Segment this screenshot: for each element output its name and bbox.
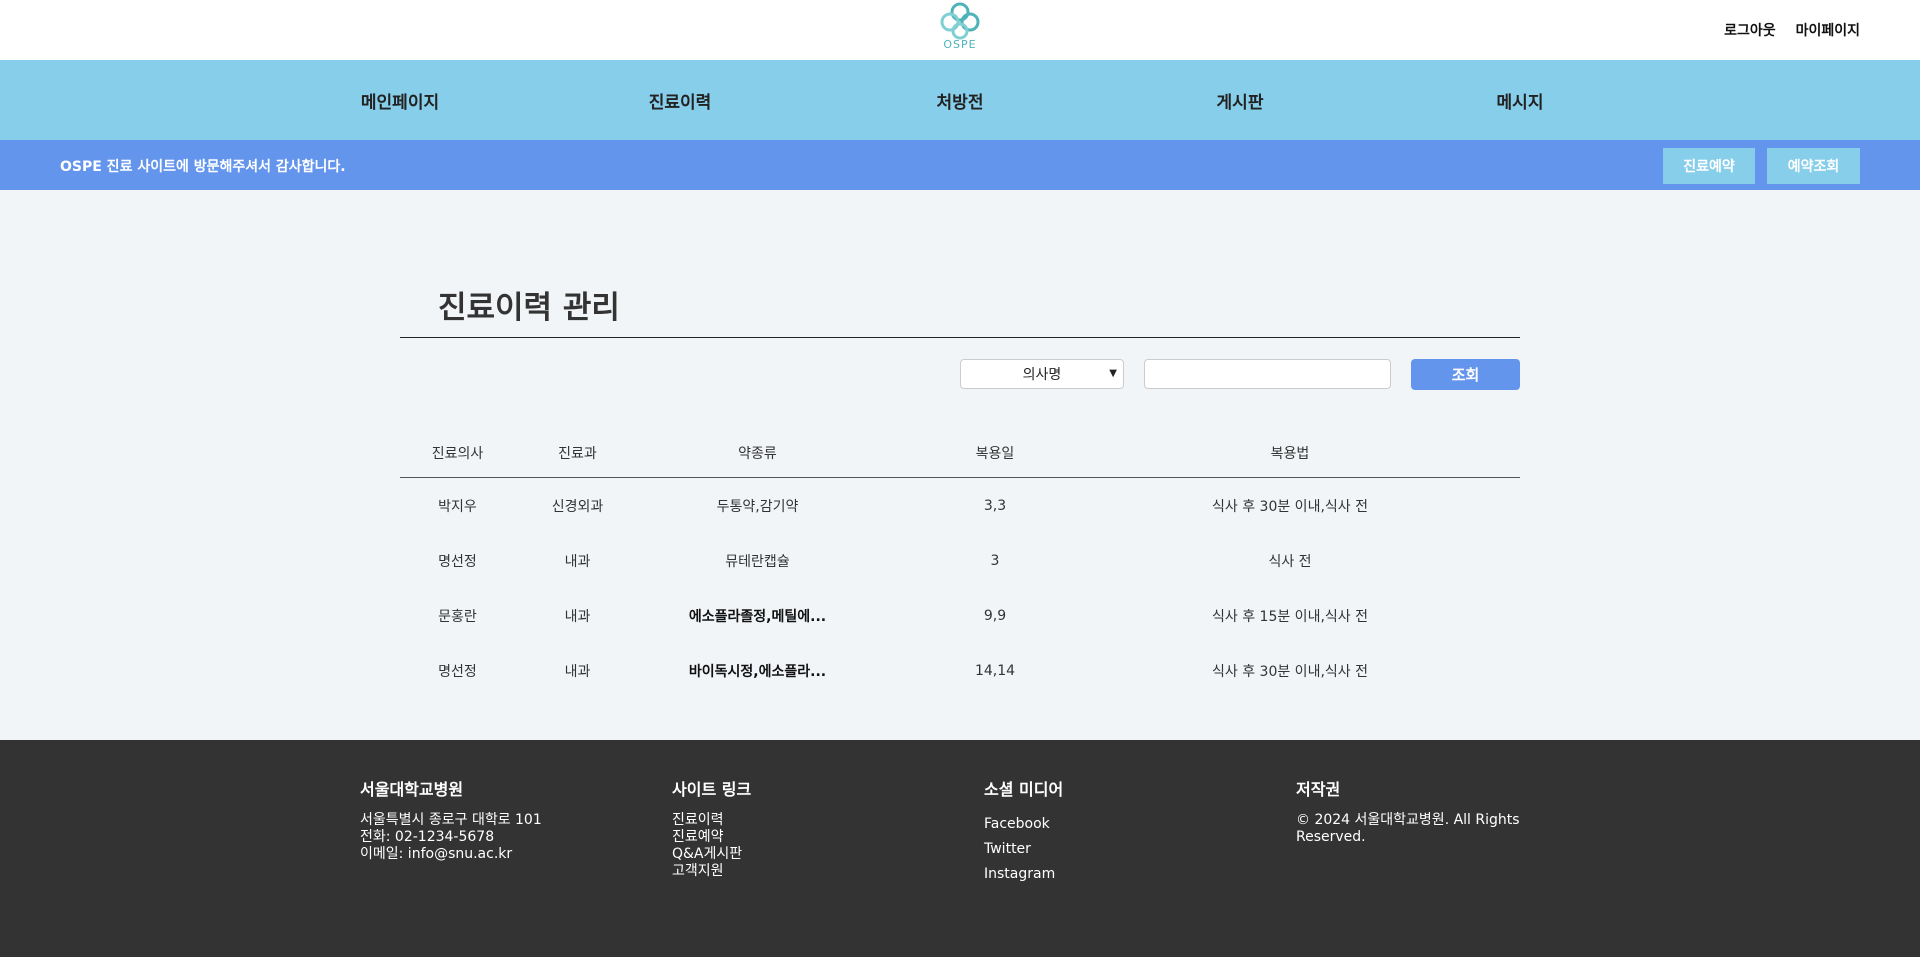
- footer-hospital: 서울대학교병원 서울특별시 종로구 대학로 101 전화: 02-1234-56…: [360, 776, 542, 863]
- cell-days: 3,3: [983, 497, 1007, 514]
- cell-department: 내과: [564, 553, 591, 570]
- logout-link[interactable]: 로그아웃: [1724, 20, 1776, 40]
- nav-item-board[interactable]: 게시판: [1217, 88, 1264, 113]
- cell-medicine: 두통약,감기약: [716, 498, 799, 515]
- table-row[interactable]: 박지우 신경외과 두통약,감기약 3,3 식사 후 30분 이내,식사 전: [400, 478, 1520, 533]
- reservation-lookup-button[interactable]: 예약조회: [1767, 148, 1860, 184]
- footer-link-qna[interactable]: Q&A게시판: [672, 846, 751, 863]
- nav-item-history[interactable]: 진료이력: [649, 88, 712, 113]
- footer-hospital-title: 서울대학교병원: [360, 780, 464, 799]
- title-divider: [400, 337, 1520, 338]
- notice-text: OSPE 진료 사이트에 방문해주셔서 감사합니다.: [60, 159, 346, 175]
- header-department: 진료과: [558, 445, 597, 462]
- history-table: 진료의사 진료과 약종류 복용일 복용법 박지우 신경외과 두통약,감기약 3,…: [400, 428, 1520, 698]
- footer-link-reserve[interactable]: 진료예약: [672, 829, 751, 846]
- footer-copyright: 저작권 © 2024 서울대학교병원. All Rights Reserved.: [1296, 776, 1536, 846]
- footer-social-title: 소셜 미디어: [984, 780, 1064, 799]
- footer-copyright-title: 저작권: [1296, 780, 1341, 799]
- footer-link-instagram[interactable]: Instagram: [984, 862, 1063, 887]
- footer-address: 서울특별시 종로구 대학로 101: [360, 812, 542, 828]
- footer-copyright-text: © 2024 서울대학교병원. All Rights Reserved.: [1296, 812, 1520, 845]
- cell-dosage: 식사 후 15분 이내,식사 전: [1212, 608, 1368, 625]
- search-button[interactable]: 조회: [1411, 359, 1520, 390]
- cell-days: 3: [990, 552, 1000, 569]
- chevron-down-icon: ▼: [1109, 368, 1117, 379]
- site-logo[interactable]: OSPE: [938, 2, 982, 58]
- reserve-button[interactable]: 진료예약: [1663, 148, 1755, 184]
- nav-item-message[interactable]: 메시지: [1497, 88, 1544, 113]
- cell-doctor: 명선정: [438, 553, 477, 570]
- header-medicine: 약종류: [738, 445, 777, 462]
- search-type-value: 의사명: [1022, 367, 1062, 383]
- header-dosage: 복용법: [1270, 445, 1310, 462]
- table-row[interactable]: 명선정 내과 뮤테란캡슐 3 식사 전: [400, 533, 1520, 588]
- logo-icon: [940, 2, 980, 40]
- top-bar: OSPE 로그아웃 마이페이지: [0, 0, 1920, 60]
- cell-dosage: 식사 후 30분 이내,식사 전: [1212, 498, 1368, 515]
- search-type-select[interactable]: 의사명 ▼: [960, 359, 1124, 389]
- nav-item-main[interactable]: 메인페이지: [361, 88, 439, 113]
- footer-links-title: 사이트 링크: [672, 780, 752, 799]
- mypage-link[interactable]: 마이페이지: [1796, 20, 1860, 40]
- user-links: 로그아웃 마이페이지: [1724, 20, 1860, 40]
- cell-days: 9,9: [983, 607, 1007, 624]
- table-header: 진료의사 진료과 약종류 복용일 복용법: [400, 428, 1520, 478]
- footer-social: 소셜 미디어 Facebook Twitter Instagram: [984, 776, 1063, 887]
- footer-link-facebook[interactable]: Facebook: [984, 812, 1063, 837]
- cell-medicine: 뮤테란캡슐: [725, 553, 790, 570]
- header-days: 복용일: [975, 445, 1015, 462]
- table-row[interactable]: 명선정 내과 바이독시정,에소플라... 14,14 식사 후 30분 이내,식…: [400, 643, 1520, 698]
- cell-dosage: 식사 후 30분 이내,식사 전: [1212, 663, 1368, 680]
- cell-medicine: 에소플라졸정,메틸에...: [688, 608, 827, 625]
- footer-phone: 전화: 02-1234-5678: [360, 829, 495, 845]
- cell-doctor: 명선정: [438, 663, 477, 680]
- footer: 서울대학교병원 서울특별시 종로구 대학로 101 전화: 02-1234-56…: [0, 740, 1920, 957]
- footer-email: 이메일: info@snu.ac.kr: [360, 846, 513, 862]
- search-input[interactable]: [1144, 359, 1391, 389]
- header-doctor: 진료의사: [431, 445, 484, 462]
- footer-link-twitter[interactable]: Twitter: [984, 837, 1063, 862]
- footer-site-links: 사이트 링크 진료이력 진료예약 Q&A게시판 고객지원: [672, 776, 751, 880]
- notice-bar: OSPE 진료 사이트에 방문해주셔서 감사합니다. 진료예약 예약조회: [0, 140, 1920, 190]
- main-nav: 메인페이지 진료이력 처방전 게시판 메시지: [0, 60, 1920, 140]
- cell-doctor: 박지우: [438, 498, 477, 515]
- cell-days: 14,14: [974, 662, 1016, 679]
- nav-item-prescription[interactable]: 처방전: [937, 88, 984, 113]
- table-row[interactable]: 문홍란 내과 에소플라졸정,메틸에... 9,9 식사 후 15분 이내,식사 …: [400, 588, 1520, 643]
- cell-department: 신경외과: [551, 498, 604, 515]
- cell-department: 내과: [564, 608, 591, 625]
- footer-link-support[interactable]: 고객지원: [672, 863, 751, 880]
- cell-doctor: 문홍란: [438, 608, 477, 625]
- page-title: 진료이력 관리: [438, 290, 620, 326]
- logo-text: OSPE: [943, 38, 977, 51]
- cell-dosage: 식사 전: [1268, 553, 1312, 570]
- cell-department: 내과: [564, 663, 591, 680]
- footer-link-history[interactable]: 진료이력: [672, 812, 751, 829]
- cell-medicine: 바이독시정,에소플라...: [688, 663, 827, 680]
